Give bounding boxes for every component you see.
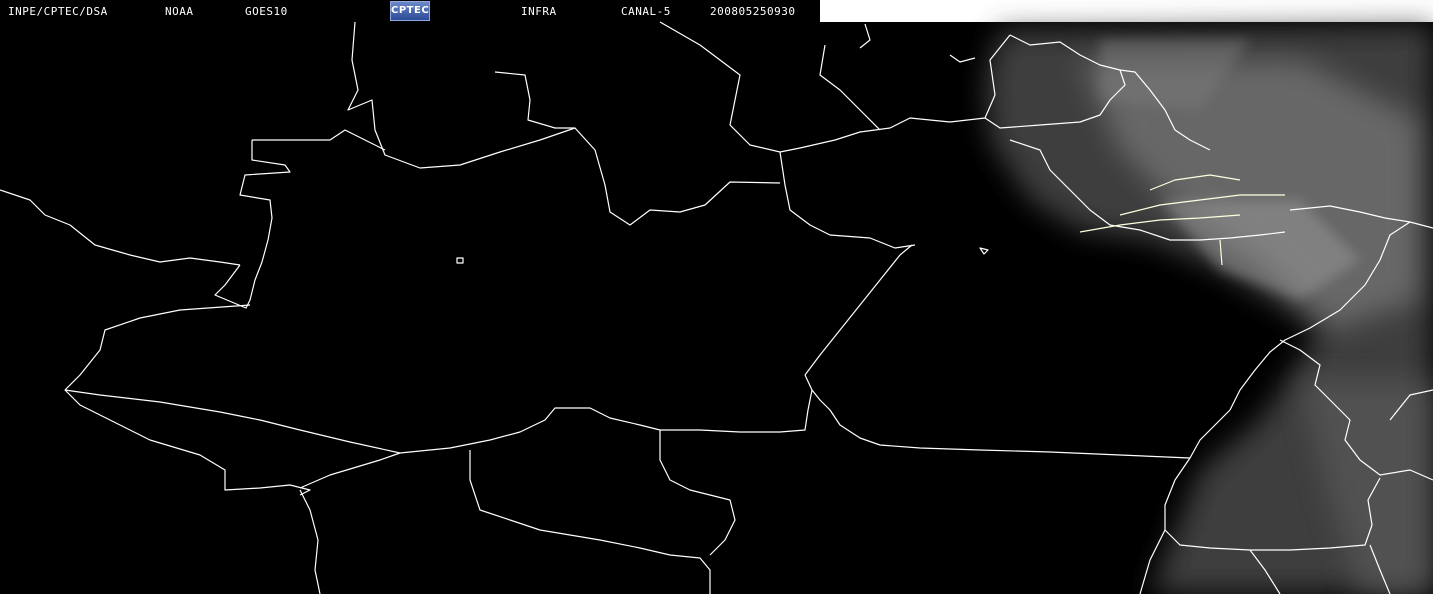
satellite-map: [0, 21, 1433, 594]
cloud-cover: [985, 25, 1433, 594]
